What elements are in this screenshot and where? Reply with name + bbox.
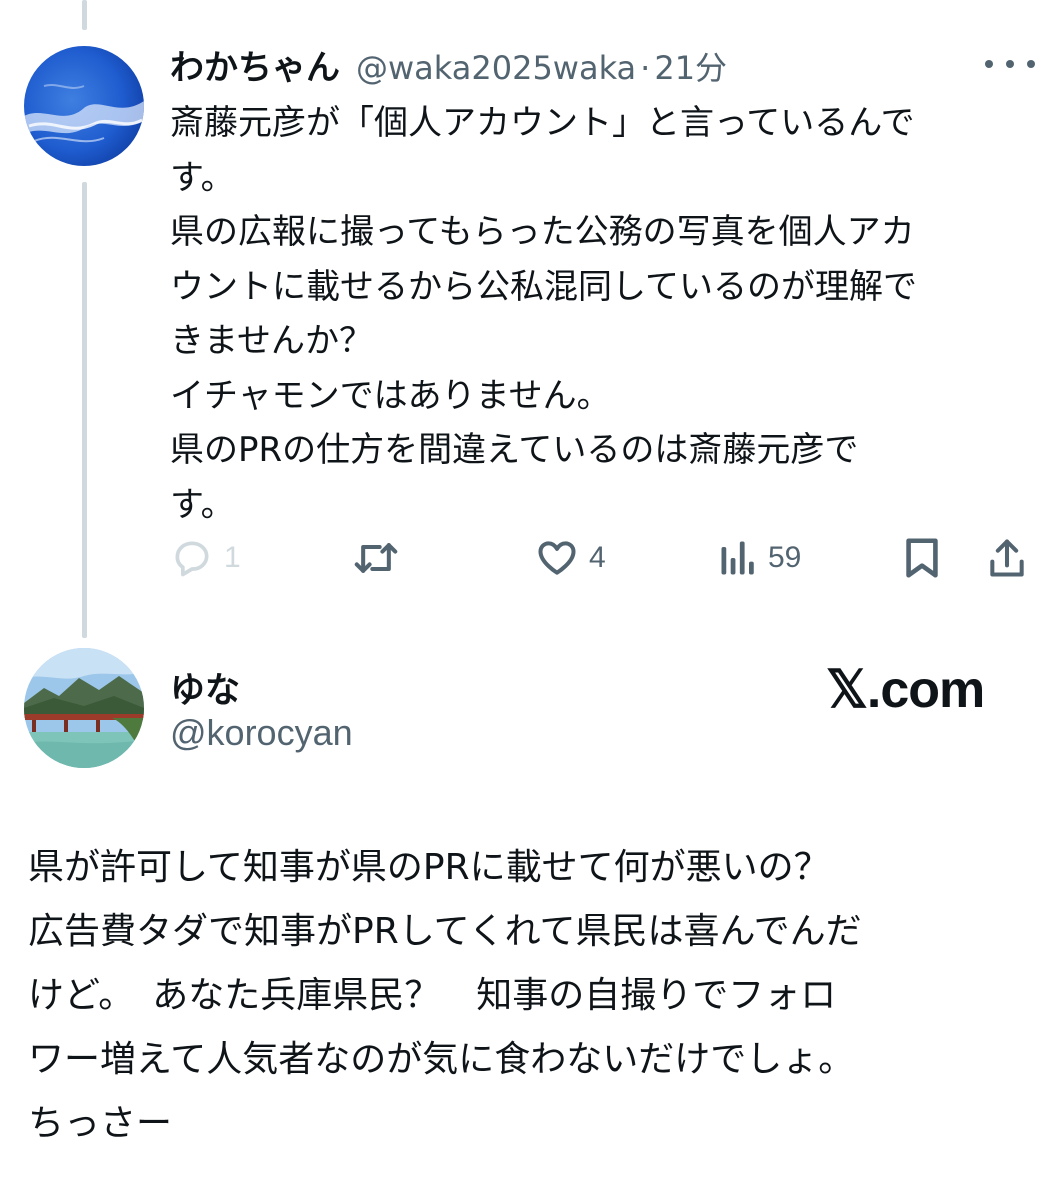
reply-button[interactable]: 1 [170,532,241,584]
views-icon [721,541,754,575]
avatar[interactable] [24,46,144,166]
tweet-text-line: 斎藤元彦が「個人アカウント」と言っているんで [170,103,915,143]
quoted-text-line: 広告費タダで知事がPRしてくれて県民は喜んでんだ [28,911,862,952]
reply-icon [175,541,209,577]
like-icon [538,541,576,575]
repost-button[interactable] [352,532,410,584]
quoted-avatar[interactable] [24,648,144,768]
tweet-text-line: 県の広報に撮ってもらった公務の写真を個人アカ [170,212,915,252]
quoted-text-line: ワー増えて人気者なのが気に食わないだけでしょ。 [28,1039,855,1080]
tweet-text-line: きませんか？ [170,321,373,361]
thread-line [82,182,87,638]
tweet-text: 斎藤元彦が「個人アカウント」と言っているんで す。 県の広報に撮ってもらった公務… [170,96,1010,532]
share-button[interactable] [985,532,1029,584]
timestamp[interactable]: 21分 [654,43,727,89]
tweet-header: わかちゃん @waka2025waka · 21分 [170,40,727,89]
share-icon [990,539,1024,577]
like-button[interactable]: 4 [535,532,606,584]
quoted-text-line: 県が許可して知事が県のPRに載せて何が悪いの？ [28,847,830,888]
display-name[interactable]: わかちゃん [170,40,340,89]
bookmark-icon [906,538,938,578]
like-count: 4 [589,541,606,574]
user-handle[interactable]: @waka2025waka [356,49,636,87]
tweet-text-line: 県のPRの仕方を間違えているのは斎藤元彦で [170,430,859,470]
views-button[interactable]: 59 [718,532,801,584]
quoted-tweet-text: 県が許可して知事が県のPRに載せて何が悪いの？ 広告費タダで知事がPRしてくれて… [28,836,1038,1156]
bookmark-button[interactable] [902,532,942,584]
tweet-text-line: す。 [170,484,235,525]
quoted-display-name[interactable]: ゆな [170,662,240,713]
tweet-text-line: ウントに載せるから公私混同しているのが理解で [170,266,917,307]
quoted-text-line: ちっさー [28,1103,173,1144]
thread-line-top [82,0,87,30]
tweet-text-line: イチャモンではありません。 [170,375,611,416]
quoted-user-handle[interactable]: @korocyan [170,712,353,754]
more-icon[interactable] [985,54,1035,74]
reply-count: 1 [224,541,241,574]
tweet-text-line: す。 [170,157,235,198]
quoted-text-line: けど。 あなた兵庫県民？ 知事の自撮りでフォロ [28,975,837,1016]
separator-dot: · [640,49,651,87]
x-logo-watermark: 𝕏.com [826,661,985,719]
views-count: 59 [768,541,802,574]
repost-icon [354,543,398,573]
